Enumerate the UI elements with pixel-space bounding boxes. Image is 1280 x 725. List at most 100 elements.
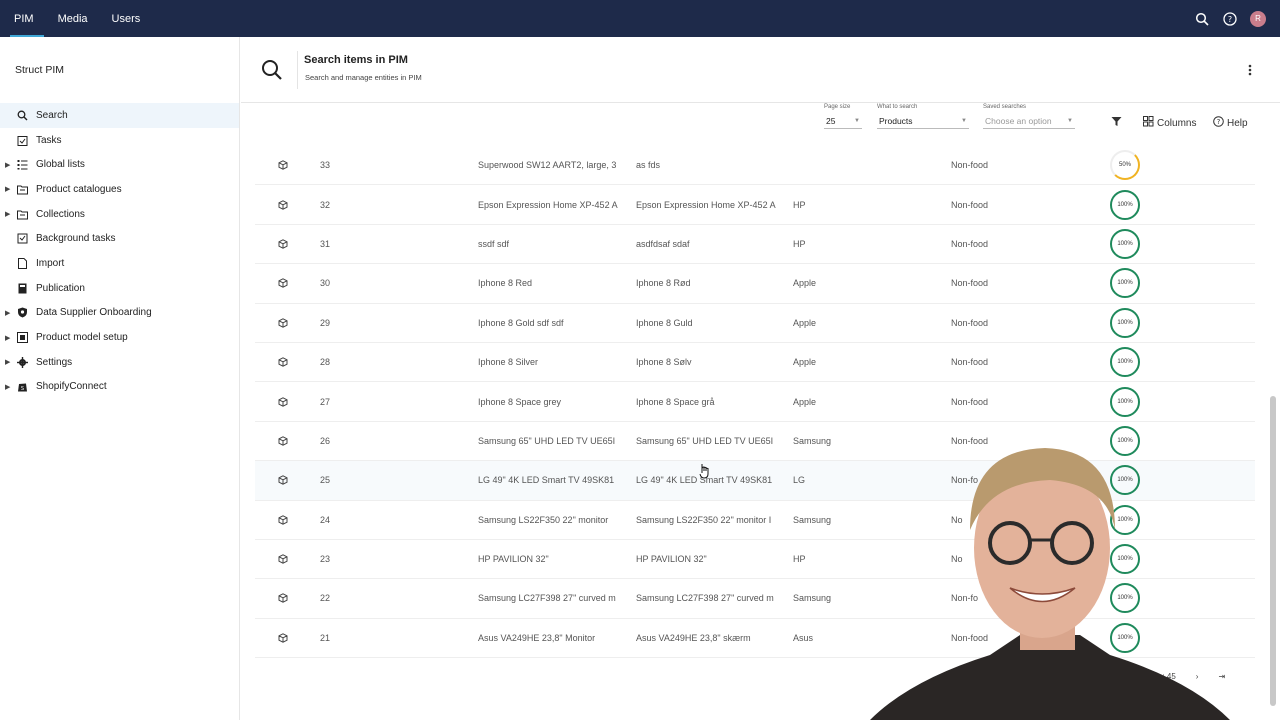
- top-nav-pim[interactable]: PIM: [4, 0, 44, 37]
- product-cube-icon: [278, 554, 288, 564]
- top-nav-users[interactable]: Users: [102, 0, 151, 37]
- filter-button[interactable]: [1111, 116, 1122, 130]
- caret-right-icon[interactable]: ▶: [5, 309, 10, 317]
- what-to-search-select[interactable]: Products ▼: [877, 113, 969, 129]
- table-row[interactable]: 33 Superwood SW12 AART2, large, 3 as fds No…: [255, 146, 1255, 186]
- scrollbar[interactable]: [1269, 104, 1277, 716]
- table-row[interactable]: 31 ssdf sdf asdfdsaf sdaf HP Non-food 100%: [255, 225, 1255, 265]
- caret-right-icon[interactable]: ▶: [5, 383, 10, 391]
- sidebar-item-product-model-setup[interactable]: ▶ Product model setup: [0, 325, 239, 350]
- sidebar-item-global-lists[interactable]: ▶ Global lists: [0, 152, 239, 177]
- help-icon[interactable]: ?: [1222, 11, 1238, 27]
- what-to-search-label: What to search: [877, 104, 918, 110]
- sidebar: Struct PIM Search Tasks ▶ Global lists ▶ Prod…: [0, 37, 240, 720]
- top-right-actions: ? R: [1194, 10, 1266, 27]
- table-row[interactable]: 28 Iphone 8 Silver Iphone 8 Sølv Apple Non-f…: [255, 343, 1255, 383]
- completeness-badge: 50%: [1110, 150, 1140, 181]
- more-options-icon[interactable]: [1248, 63, 1252, 81]
- caret-right-icon[interactable]: ▶: [5, 210, 10, 218]
- page-subtitle: Search and manage entities in PIM: [305, 73, 422, 82]
- caret-right-icon[interactable]: ▶: [5, 161, 10, 169]
- cell-name: HP PAVILION 32": [478, 554, 549, 565]
- product-cube-icon: [278, 396, 288, 407]
- cell-brand: Samsung: [793, 435, 832, 446]
- cell-name-translated: as fds: [636, 160, 661, 171]
- cell-category: Non-food: [951, 160, 989, 171]
- cell-id: 28: [320, 357, 331, 368]
- what-to-search-field: What to search Products ▼: [877, 104, 969, 129]
- sidebar-item-label: Search: [36, 109, 68, 121]
- table-row[interactable]: 27 Iphone 8 Space grey Iphone 8 Space grå A…: [255, 382, 1255, 422]
- avatar[interactable]: R: [1250, 10, 1266, 27]
- cell-id: 22: [320, 593, 331, 604]
- cell-id: 31: [320, 238, 331, 249]
- top-nav: PIM Media Users: [4, 0, 150, 37]
- sidebar-item-import[interactable]: Import: [0, 251, 239, 276]
- sidebar-item-tasks[interactable]: Tasks: [0, 128, 239, 153]
- cell-name: Samsung LS22F350 22" monitor: [478, 514, 609, 525]
- sidebar-item-data-supplier-onboarding[interactable]: ▶ Data Supplier Onboarding: [0, 301, 239, 326]
- columns-label: Columns: [1157, 117, 1197, 129]
- sidebar-item-settings[interactable]: ▶ Settings: [0, 350, 239, 375]
- caret-right-icon[interactable]: ▶: [5, 358, 10, 366]
- caret-right-icon[interactable]: ▶: [5, 185, 10, 193]
- page-size-label: Page size: [824, 104, 851, 110]
- table-row[interactable]: 29 Iphone 8 Gold sdf sdf Iphone 8 Guld Appl…: [255, 304, 1255, 343]
- saved-searches-select[interactable]: Choose an option ▼: [983, 113, 1075, 129]
- table-row[interactable]: 30 Iphone 8 Red Iphone 8 Rød Apple Non-food 1…: [255, 264, 1255, 304]
- help-button[interactable]: ? Help: [1213, 116, 1248, 130]
- product-cube-icon: [278, 278, 288, 289]
- product-cube-icon: [278, 633, 288, 643]
- completeness-badge: 100%: [1110, 386, 1140, 417]
- cell-id: 29: [320, 317, 331, 328]
- cell-name-translated: Iphone 8 Guld: [636, 317, 693, 328]
- product-cube-icon: [278, 514, 288, 525]
- sidebar-item-product-catalogues[interactable]: ▶ Product catalogues: [0, 177, 239, 202]
- cell-category: Non-food: [951, 199, 989, 210]
- shield-icon: [16, 307, 28, 319]
- cell-name-translated: Epson Expression Home XP-452 A: [636, 199, 776, 210]
- presenter-webcam: [870, 440, 1230, 720]
- columns-button[interactable]: Columns: [1143, 116, 1196, 130]
- cell-name-translated: Samsung LS22F350 22" monitor I: [636, 514, 772, 525]
- cell-brand: Apple: [793, 357, 817, 368]
- cell-name: LG 49" 4K LED Smart TV 49SK81: [478, 475, 615, 486]
- search-icon[interactable]: [1194, 11, 1210, 27]
- cell-brand: HP: [793, 238, 806, 249]
- sidebar-item-label: Tasks: [36, 134, 62, 146]
- sidebar-item-shopifyconnect[interactable]: ▶ S ShopifyConnect: [0, 375, 239, 400]
- sidebar-item-label: Product model setup: [36, 332, 128, 344]
- product-cube-icon: [278, 199, 288, 210]
- cell-brand: Apple: [793, 396, 817, 407]
- table-row[interactable]: 32 Epson Expression Home XP-452 A Epson Ex…: [255, 185, 1255, 225]
- gear-icon: [16, 356, 28, 368]
- svg-text:S: S: [20, 386, 23, 392]
- saved-searches-field: Saved searches Choose an option ▼: [983, 104, 1075, 129]
- caret-right-icon[interactable]: ▶: [5, 334, 10, 342]
- cell-name-translated: Iphone 8 Sølv: [636, 357, 692, 368]
- page-size-field: Page size 25 ▼: [824, 104, 862, 129]
- cell-brand: Samsung: [793, 514, 832, 525]
- cell-name-translated: Samsung LC27F398 27" curved m: [636, 593, 774, 604]
- cell-name: Iphone 8 Red: [478, 278, 533, 289]
- product-cube-icon: [278, 317, 288, 328]
- top-nav-users-label: Users: [111, 12, 141, 25]
- columns-icon: [1143, 116, 1154, 130]
- what-to-search-value: Products: [879, 115, 913, 126]
- avatar-initial: R: [1255, 14, 1261, 23]
- sidebar-item-publication[interactable]: Publication: [0, 276, 239, 301]
- top-nav-media[interactable]: Media: [48, 0, 98, 37]
- sidebar-item-search[interactable]: Search: [0, 103, 239, 128]
- scrollbar-thumb[interactable]: [1270, 396, 1276, 706]
- cell-category: Non-food: [951, 396, 989, 407]
- help-label: Help: [1227, 117, 1248, 129]
- cell-id: 23: [320, 554, 331, 565]
- top-nav-pim-label: PIM: [14, 12, 34, 25]
- cell-name: Superwood SW12 AART2, large, 3: [478, 160, 617, 171]
- sidebar-item-label: Product catalogues: [36, 183, 122, 195]
- sidebar-item-background-tasks[interactable]: Background tasks: [0, 226, 239, 251]
- sidebar-item-collections[interactable]: ▶ Collections: [0, 202, 239, 227]
- cell-category: Non-food: [951, 278, 989, 289]
- page-size-select[interactable]: 25 ▼: [824, 113, 862, 129]
- cell-name-translated: Iphone 8 Rød: [636, 278, 691, 289]
